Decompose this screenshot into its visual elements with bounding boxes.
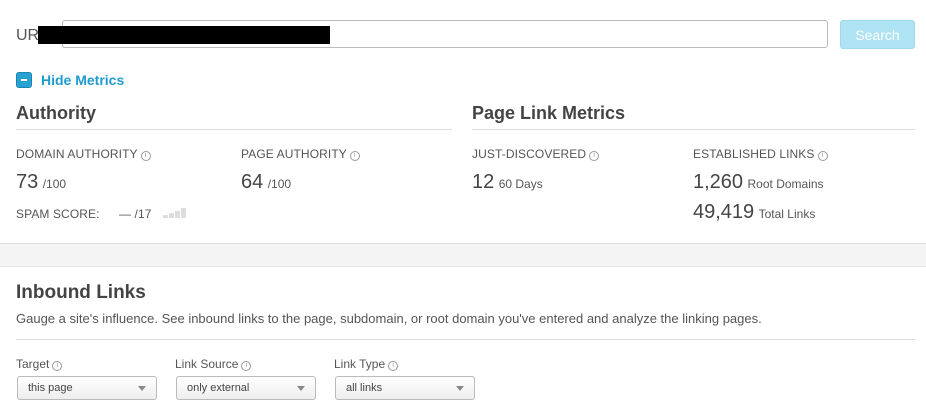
info-icon[interactable]: i — [140, 151, 151, 161]
page-authority-number: 64 — [241, 171, 264, 193]
total-links-unit: Total Links — [758, 207, 816, 221]
link-type-label: Link Type i — [334, 357, 399, 371]
target-label-text: Target — [16, 357, 50, 371]
just-discovered-text: JUST-DISCOVERED — [472, 147, 587, 161]
page-link-metrics-divider — [472, 129, 915, 130]
domain-authority-value: 73 /100 — [16, 171, 66, 194]
target-select[interactable]: this page — [17, 376, 157, 400]
just-discovered-number: 12 — [472, 171, 495, 193]
page-link-metrics-title: Page Link Metrics — [472, 103, 626, 123]
info-icon[interactable]: i — [349, 151, 360, 161]
link-source-select-value: only external — [187, 382, 250, 394]
minus-box-icon[interactable] — [16, 72, 32, 88]
just-discovered-value: 12 60 Days — [472, 171, 543, 194]
info-icon[interactable]: i — [817, 151, 828, 161]
link-type-select-value: all links — [346, 382, 383, 394]
authority-divider — [16, 129, 452, 130]
info-icon[interactable]: i — [589, 151, 600, 161]
inbound-divider — [16, 339, 915, 340]
just-discovered-unit: 60 Days — [498, 177, 543, 191]
search-button[interactable]: Search — [840, 20, 915, 49]
inbound-links-title: Inbound Links — [16, 282, 146, 303]
domain-authority-text: DOMAIN AUTHORITY — [16, 147, 138, 161]
link-source-label-text: Link Source — [175, 357, 239, 371]
domain-authority-number: 73 — [16, 171, 39, 193]
root-domains-number: 1,260 — [693, 171, 744, 193]
spam-score-bars-icon — [163, 208, 187, 218]
domain-authority-max: /100 — [42, 177, 67, 191]
link-source-select[interactable]: only external — [176, 376, 316, 400]
page-authority-value: 64 /100 — [241, 171, 291, 194]
info-icon[interactable]: i — [241, 361, 252, 371]
info-icon[interactable]: i — [52, 361, 63, 371]
chevron-down-icon — [456, 386, 464, 391]
root-domains-unit: Root Domains — [747, 177, 824, 191]
redacted-url — [38, 26, 330, 44]
inbound-links-description: Gauge a site's influence. See inbound li… — [16, 311, 762, 326]
page-authority-text: PAGE AUTHORITY — [241, 147, 347, 161]
target-label: Target i — [16, 357, 63, 371]
just-discovered-label: JUST-DISCOVERED i — [472, 147, 600, 161]
total-links-number: 49,419 — [693, 201, 755, 223]
page-authority-max: /100 — [267, 177, 292, 191]
link-type-label-text: Link Type — [334, 357, 386, 371]
hide-metrics-link[interactable]: Hide Metrics — [41, 72, 124, 88]
authority-title: Authority — [16, 103, 96, 123]
established-links-label: ESTABLISHED LINKS i — [693, 147, 828, 161]
url-label: UR — [16, 27, 40, 44]
section-separator — [0, 243, 926, 267]
page-authority-label: PAGE AUTHORITY i — [241, 147, 360, 161]
total-links-value: 49,419 Total Links — [693, 201, 815, 224]
spam-score-value: — /17 — [119, 207, 152, 221]
domain-authority-label: DOMAIN AUTHORITY i — [16, 147, 151, 161]
root-domains-value: 1,260 Root Domains — [693, 171, 824, 194]
chevron-down-icon — [297, 386, 305, 391]
link-source-label: Link Source i — [175, 357, 252, 371]
established-links-text: ESTABLISHED LINKS — [693, 147, 815, 161]
link-type-select[interactable]: all links — [335, 376, 475, 400]
target-select-value: this page — [28, 382, 73, 394]
chevron-down-icon — [138, 386, 146, 391]
spam-score-label: SPAM SCORE: — [16, 207, 100, 221]
info-icon[interactable]: i — [388, 361, 399, 371]
